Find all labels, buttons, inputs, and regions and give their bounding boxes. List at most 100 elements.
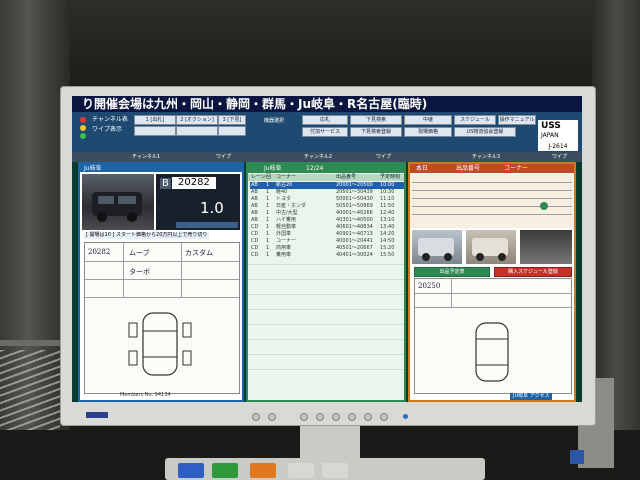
preview-search-button[interactable]: 下見検索 <box>350 115 402 125</box>
channel-button-1[interactable]: 1 [出札] <box>134 115 176 125</box>
table-row[interactable]: AB 1 トヨタ 50001〜50430 11:10 <box>250 196 404 203</box>
keyboard-key[interactable] <box>322 463 348 478</box>
monitor-button[interactable] <box>268 413 276 421</box>
wipe-3-label[interactable]: ワイプ <box>552 153 567 161</box>
wipe-toggle-1[interactable] <box>134 126 176 136</box>
preview-lot: 20250 <box>418 282 441 290</box>
wipe-1-label[interactable]: ワイプ <box>216 153 231 161</box>
cell-lane: AB <box>251 210 258 216</box>
cell-lot: 50501〜50869 <box>336 203 373 209</box>
keyboard-key-orange[interactable] <box>250 463 276 478</box>
channel-2-label: チャンネル2 <box>304 154 333 160</box>
schedule-list-button[interactable]: 出品予定表 <box>414 267 490 277</box>
footer-link[interactable]: JU岐阜 アクセス <box>510 393 553 400</box>
cell-corner: 外国車 <box>276 231 292 237</box>
status-lamp-red-icon <box>80 117 86 123</box>
table-row[interactable]: AB 1 ハイ乗用 40301〜40500 13:10 <box>250 217 404 224</box>
cell-no: 1 <box>266 252 270 258</box>
monitor-button[interactable] <box>252 413 260 421</box>
cell-lot: 20501〜30439 <box>336 189 373 195</box>
lane-id: J-2614 <box>538 142 578 151</box>
keyboard-key-green[interactable] <box>212 463 238 478</box>
preview-sub-corner: コーナー <box>504 165 529 172</box>
relay-button[interactable]: 中継 <box>404 115 452 125</box>
wipe-2-label[interactable]: ワイプ <box>376 153 391 161</box>
cell-lot: 40401〜30024 <box>336 252 373 258</box>
cell-lot: 40001〜40266 <box>336 210 373 216</box>
cell-no: 1 <box>266 196 270 202</box>
sheet-lot: 20282 <box>88 248 111 256</box>
monitor-button[interactable] <box>316 413 324 421</box>
brand-name: USS <box>541 121 561 131</box>
monitor-button[interactable] <box>364 413 372 421</box>
channel-3-panel: 本日 出品番号 コーナー 出品予定表 購入スケジュール登録 20250 JU岐阜… <box>408 162 576 402</box>
background-wall <box>0 0 640 90</box>
car-photo <box>82 174 154 230</box>
cell-corner: 軽自動車 <box>276 224 297 230</box>
cell-no: 1 <box>266 217 270 223</box>
monitor-button[interactable] <box>380 413 388 421</box>
cell-no: 1 <box>266 203 270 209</box>
inspection-sheet: 20282 ムーブ カスタム ターボ <box>84 242 240 394</box>
site-price-button[interactable]: 現場価格 <box>404 127 452 137</box>
preview-sheet: 20250 <box>414 278 572 394</box>
extra-service-button[interactable]: 付加サービス <box>302 127 348 137</box>
table-row[interactable]: CD 1 コーナー 40001〜20441 14:50 <box>250 238 404 245</box>
logistics-register-button[interactable]: US物流協会登録 <box>454 127 516 137</box>
wipe-toggle-2[interactable] <box>176 126 218 136</box>
manual-button[interactable]: 操作マニュアル <box>498 115 536 125</box>
cell-corner: 日産・ホンダ <box>276 203 307 209</box>
cell-lane: CD <box>251 245 259 251</box>
schedule-button[interactable]: スケジュール <box>454 115 496 125</box>
keyboard-key-blue[interactable] <box>178 463 204 478</box>
car-diagram-icon <box>128 312 192 376</box>
cell-corner: 商用車 <box>276 245 292 251</box>
brand-country: JAPAN <box>541 132 559 139</box>
preview-photo-1[interactable] <box>412 230 462 264</box>
auction-notice: [ 開場は10 ] スタート価格から20万円以上で売り切り <box>84 232 210 239</box>
cell-time: 15:50 <box>380 252 395 258</box>
cell-time: 14:20 <box>380 231 395 237</box>
table-row[interactable]: CD 1 軽自動車 40601〜40834 13:40 <box>250 224 404 231</box>
cell-corner: 軽40 <box>276 189 288 195</box>
bid-value: 1.0 <box>200 199 224 217</box>
cell-lot: 20001〜20500 <box>336 182 373 188</box>
table-row[interactable]: AB 1 中古/大型 40001〜40266 12:40 <box>250 210 404 217</box>
status-lamp-green-icon <box>80 133 86 139</box>
cell-time: 15:20 <box>380 245 395 251</box>
device-select-label: 機器選択 <box>250 116 298 126</box>
monitor-button[interactable] <box>332 413 340 421</box>
cell-time: 11:10 <box>380 196 395 202</box>
bid-button[interactable]: 応札 <box>302 115 348 125</box>
table-row[interactable]: AB 1 新古20 20001〜20500 10:00 <box>250 182 404 189</box>
table-row[interactable]: CD 1 商用車 40501〜20667 15:20 <box>250 245 404 252</box>
cell-corner: 乗用車 <box>276 252 292 258</box>
cell-time: 10:30 <box>380 189 395 195</box>
preview-register-button[interactable]: 下見検索登録 <box>350 127 402 137</box>
reserve-button[interactable]: 購入スケジュール登録 <box>494 267 572 277</box>
preview-photo-3[interactable] <box>520 230 572 264</box>
channel-button-3[interactable]: 3 [下見] <box>218 115 246 125</box>
monitor-stand <box>300 426 360 460</box>
cell-no: 1 <box>266 210 270 216</box>
cell-lane: AB <box>251 189 258 195</box>
cell-lane: CD <box>251 238 259 244</box>
monitor-button[interactable] <box>348 413 356 421</box>
table-row[interactable]: CD 1 外国車 40901〜40713 14:20 <box>250 231 404 238</box>
table-row[interactable]: CD 1 乗用車 40401〜30024 15:50 <box>250 252 404 259</box>
wipe-label: ワイプ表示 <box>92 126 123 133</box>
cell-lane: CD <box>251 224 259 230</box>
cell-time: 13:10 <box>380 217 395 223</box>
monitor-button[interactable] <box>300 413 308 421</box>
cell-lane: CD <box>251 252 259 258</box>
cell-time: 10:00 <box>380 182 395 188</box>
keyboard-key[interactable] <box>288 463 314 478</box>
channel-button-2[interactable]: 2 [オクション] <box>176 115 218 125</box>
cell-time: 14:50 <box>380 238 395 244</box>
table-row[interactable]: AB 1 日産・ホンダ 50501〜50869 11:50 <box>250 203 404 210</box>
table-row[interactable]: AB 1 軽40 20501〜30439 10:30 <box>250 189 404 196</box>
cell-corner: コーナー <box>276 238 297 244</box>
schedule-header: レーン 回 コーナー 出品番号 予定時刻 <box>251 174 401 180</box>
wipe-toggle-3[interactable] <box>218 126 246 136</box>
preview-photo-2[interactable] <box>466 230 516 264</box>
